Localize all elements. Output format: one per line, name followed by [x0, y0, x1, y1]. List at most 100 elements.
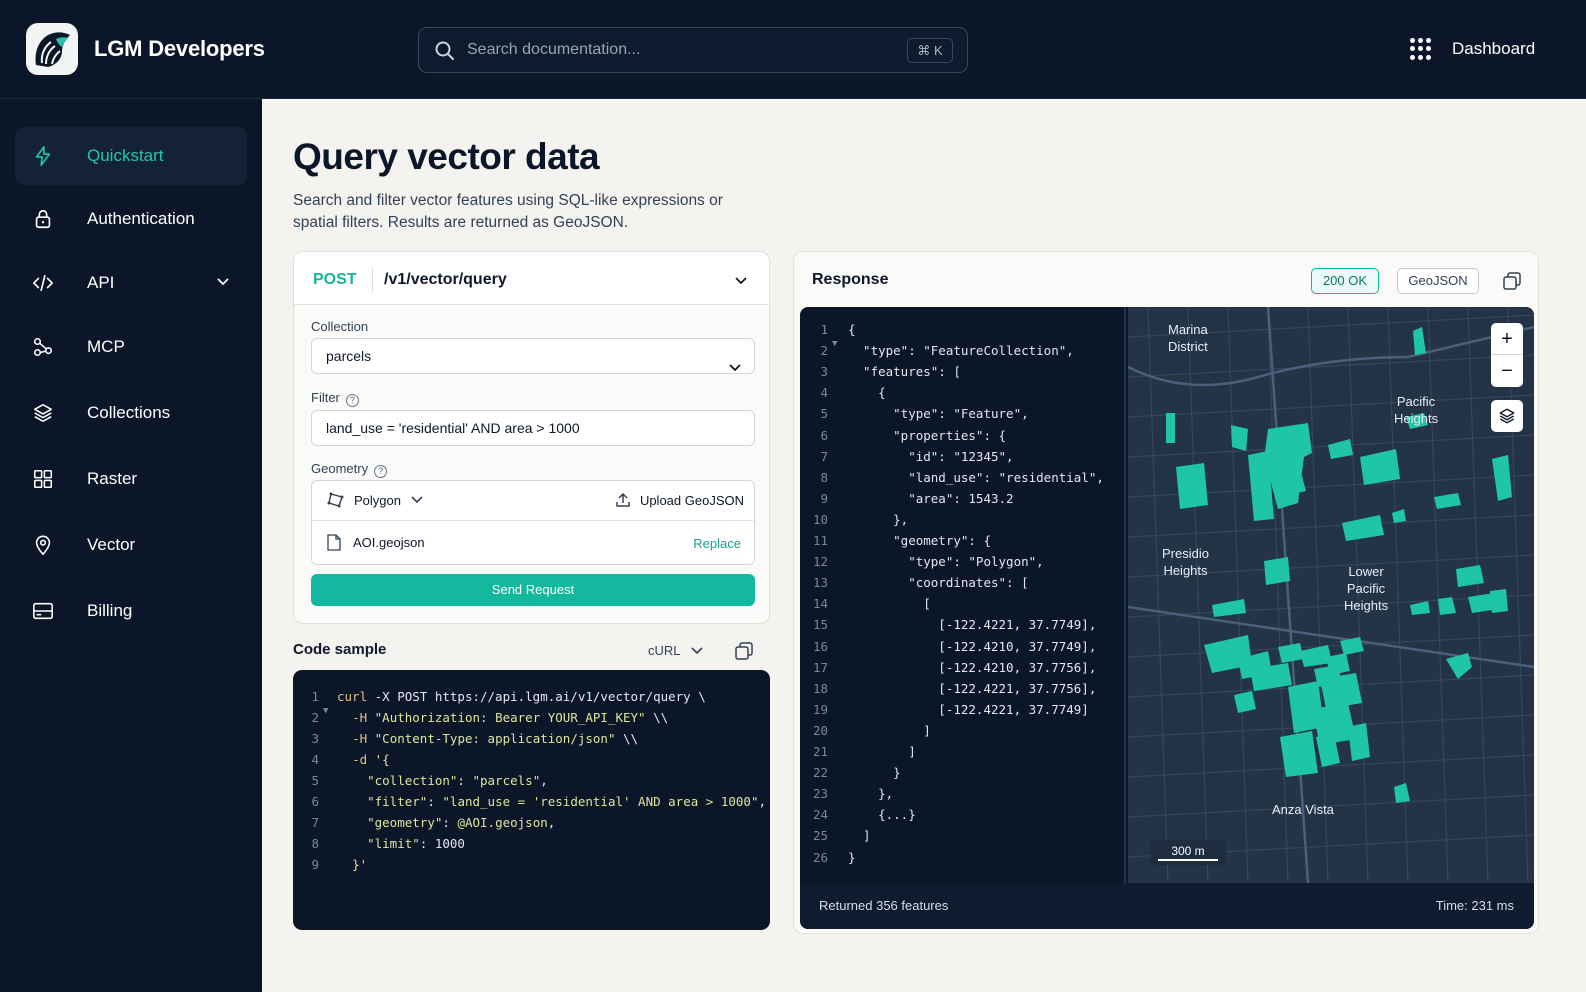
sidebar-item-quickstart[interactable]: Quickstart [15, 127, 247, 185]
json-line: 1 ▼{ [820, 322, 856, 349]
sidebar-item-mcp[interactable]: MCP [15, 318, 247, 376]
chevron-down-icon [690, 646, 703, 655]
code-line: 1 ▼ curl -X POST https://api.lgm.ai/v1/vec… [311, 689, 706, 716]
json-line: 16 [-122.4210, 37.7749], [812, 638, 1097, 654]
json-line: 19 [-122.4221, 37.7749] [812, 701, 1089, 717]
copy-icon[interactable] [1502, 271, 1522, 296]
sidebar-item-label: Collections [87, 403, 171, 422]
filter-label: Filter? [311, 390, 359, 407]
code-line: 4 -d '{ [311, 752, 390, 767]
code-sample-block[interactable]: 1 ▼ curl -X POST https://api.lgm.ai/v1/vec… [293, 670, 770, 930]
attached-file: AOI.geojson [327, 534, 425, 551]
apps-grid-icon [1410, 38, 1432, 60]
http-method: POST [313, 271, 357, 288]
sidebar-item-collections[interactable]: Collections [15, 384, 247, 442]
chevron-down-icon[interactable] [215, 274, 231, 295]
response-time: Time: 231 ms [1435, 898, 1514, 913]
sidebar-item-billing[interactable]: Billing [15, 582, 247, 640]
filter-input[interactable]: land_use = 'residential' AND area > 1000 [311, 410, 755, 446]
json-line: 25 ] [812, 828, 871, 844]
top-bar: LGM Developers Search documentation... ⌘… [0, 0, 1586, 99]
sidebar-item-label: API [87, 273, 115, 292]
collection-label: Collection [311, 319, 369, 334]
upload-geojson-button[interactable]: Upload GeoJSON [615, 492, 744, 508]
layers-icon [1498, 407, 1516, 425]
layers-icon [31, 401, 55, 425]
collection-select[interactable]: parcels [311, 338, 755, 374]
search-shortcut: ⌘ K [907, 38, 953, 63]
map-label-marina: Marina District [1168, 322, 1208, 354]
json-line: 18 [-122.4221, 37.7756], [812, 680, 1097, 696]
json-line: 20 ] [812, 722, 931, 738]
code-line: 9 }' [311, 857, 368, 872]
endpoint-path: /v1/vector/query [384, 271, 507, 288]
brand-logo[interactable] [26, 23, 78, 75]
page-description: Search and filter vector features using … [293, 192, 723, 231]
sidebar-item-api[interactable]: API [15, 254, 247, 312]
endpoint-selector[interactable]: POST /v1/vector/query [294, 252, 769, 305]
json-line: 14 [ [812, 596, 931, 612]
divider [372, 268, 373, 292]
card-icon [31, 599, 55, 623]
zoom-out-button[interactable]: − [1491, 355, 1523, 387]
code-line: 2 -H "Authorization: Bearer YOUR_API_KEY… [311, 710, 669, 725]
response-footer: Returned 356 features Time: 231 ms [800, 883, 1534, 929]
nodes-icon [31, 335, 55, 359]
search-icon [434, 40, 456, 67]
grid-icon [31, 467, 55, 491]
sidebar-item-label: Raster [87, 469, 138, 488]
zoom-in-button[interactable]: + [1491, 323, 1523, 355]
copy-icon[interactable] [734, 641, 754, 666]
code-line: 3 -H "Content-Type: application/json" \\ [311, 731, 639, 746]
code-icon [31, 271, 55, 295]
lightning-icon [31, 144, 55, 168]
map-label-lower-pacific-heights: Lower Pacific Heights [1344, 564, 1389, 613]
page-title: Query vector data [293, 136, 600, 177]
help-icon[interactable]: ? [345, 394, 359, 407]
response-title: Response [812, 271, 889, 288]
map-view[interactable]: Marina District Pacific Heights Presidio… [1127, 307, 1534, 884]
code-line: 6 "filter": "land_use = 'residential' AN… [311, 794, 766, 809]
geometry-input: Polygon Upload GeoJSON AOI.geojson Repla… [311, 480, 755, 565]
dashboard-link[interactable]: Dashboard [1410, 38, 1535, 60]
response-card: Response 200 OK GeoJSON 1 ▼{2 "type": "Fe… [793, 251, 1539, 934]
json-line: 12 "type": "Polygon", [812, 554, 1044, 570]
zoom-controls: + − [1491, 323, 1523, 387]
json-line: 6 "properties": { [820, 427, 1007, 443]
json-line: 21 ] [812, 744, 916, 759]
sidebar-item-label: Authentication [87, 209, 195, 228]
help-icon[interactable]: ? [374, 465, 388, 478]
sidebar-item-raster[interactable]: Raster [15, 450, 247, 508]
sidebar-item-vector[interactable]: Vector [15, 516, 247, 574]
format-badge: GeoJSON [1397, 268, 1479, 294]
layers-button[interactable] [1491, 400, 1523, 432]
json-line: 11 "geometry": { [812, 533, 991, 548]
json-line: 22 } [812, 765, 901, 781]
replace-file-link[interactable]: Replace [693, 536, 741, 551]
map-label-anza-vista: Anza Vista [1272, 802, 1334, 817]
chevron-down-icon[interactable] [733, 274, 749, 292]
search-bar[interactable]: Search documentation... ⌘ K [418, 27, 968, 73]
geometry-label: Geometry? [311, 461, 388, 478]
json-line: 10 }, [812, 511, 909, 527]
brand-name[interactable]: LGM Developers [94, 36, 265, 62]
json-line: 23 }, [812, 786, 894, 802]
polygon-icon [327, 492, 345, 508]
map-label-pacific-heights: Pacific Heights [1394, 394, 1439, 426]
code-language-select[interactable]: cURL [648, 643, 703, 658]
code-line: 7 "geometry": @AOI.geojson, [311, 815, 556, 830]
json-line: 7 "id": "12345", [820, 448, 1014, 464]
search-placeholder: Search documentation... [467, 41, 641, 58]
json-line: 9 "area": 1543.2 [820, 490, 1014, 506]
file-icon [327, 534, 341, 551]
chevron-down-icon [411, 496, 423, 504]
code-line: 8 "limit": 1000 [311, 836, 465, 851]
geometry-type-select[interactable]: Polygon [327, 492, 423, 508]
sidebar-item-authentication[interactable]: Authentication [15, 190, 247, 248]
send-request-button[interactable]: Send Request [311, 574, 755, 606]
json-viewer[interactable]: 1 ▼{2 "type": "FeatureCollection", 3 "feat… [800, 307, 1126, 883]
code-language-value: cURL [648, 643, 681, 658]
sidebar: Quickstart Authentication API MCP Collec… [0, 99, 262, 992]
json-line: 5 "type": "Feature", [820, 406, 1029, 422]
json-line: 2 "type": "FeatureCollection", [820, 343, 1074, 359]
